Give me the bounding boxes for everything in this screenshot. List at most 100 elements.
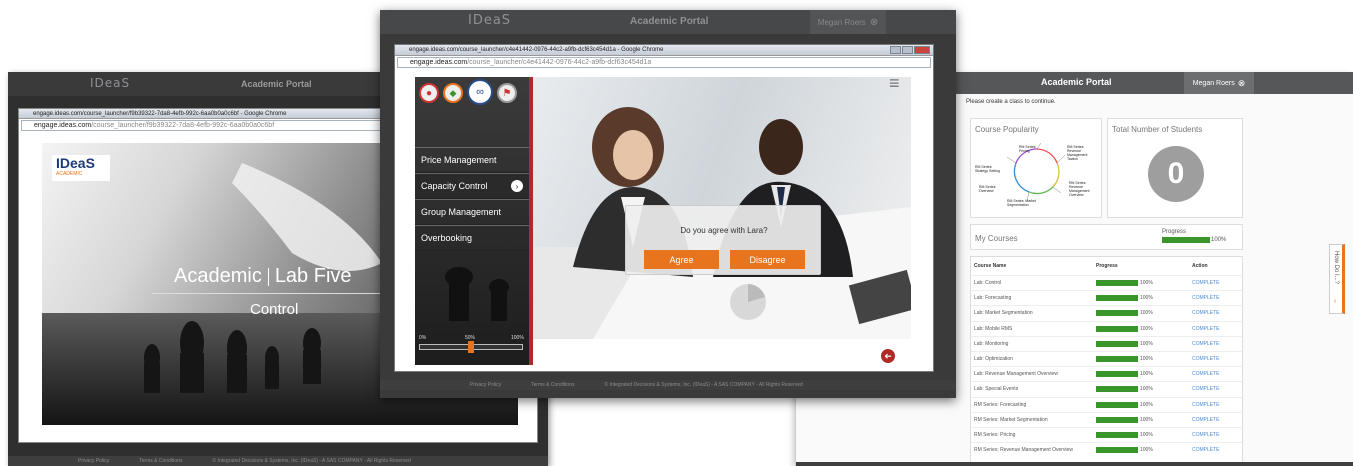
middle-url-bar[interactable]: engage.ideas.com/course_launcher/c4e4144…: [397, 57, 931, 68]
course-action-link[interactable]: COMPLETE: [1192, 386, 1220, 392]
course-name: RM Series: Forecasting: [974, 401, 1027, 408]
course-action-link[interactable]: COMPLETE: [1192, 417, 1220, 423]
table-row: Lab: Optimization 100% COMPLETE: [971, 350, 1242, 366]
course-action-link[interactable]: COMPLETE: [1192, 341, 1220, 347]
progress-bar: [1096, 310, 1138, 317]
flag-icon[interactable]: ⚑: [497, 83, 517, 103]
course-action-link[interactable]: COMPLETE: [1192, 295, 1220, 301]
left-footer-terms[interactable]: Terms & Conditions: [139, 458, 182, 464]
map-pin-icon[interactable]: ●: [419, 83, 439, 103]
menu-item-overbooking[interactable]: Overbooking: [415, 225, 529, 251]
course-action-link[interactable]: COMPLETE: [1192, 402, 1220, 408]
course-name: Lab: Optimization: [974, 356, 1013, 363]
menu-item-price-management[interactable]: Price Management: [415, 147, 529, 173]
table-row: Lab: Monitoring 100% COMPLETE: [971, 335, 1242, 351]
course-action-link[interactable]: COMPLETE: [1192, 280, 1220, 286]
course-action-link[interactable]: COMPLETE: [1192, 432, 1220, 438]
logout-icon[interactable]: ⊗: [1238, 78, 1246, 89]
menu-item-group-management[interactable]: Group Management: [415, 199, 529, 225]
my-courses-progress-fill: [1162, 237, 1210, 243]
progress-value: 100%: [1140, 386, 1153, 393]
minimize-button[interactable]: [890, 46, 901, 54]
popularity-label-4: RM Series: Market Segmentation: [1007, 199, 1036, 207]
middle-user-menu[interactable]: Megan Roers ⊗: [810, 10, 886, 34]
menu-item-label: Overbooking: [421, 233, 473, 243]
course-progress: 100%: [1096, 416, 1192, 423]
chess-decor-image: [445, 267, 509, 321]
left-url-domain: engage.ideas.com: [34, 122, 92, 129]
course-progress: 100%: [1096, 371, 1192, 378]
dialog-question: Do you agree with Lara?: [680, 226, 768, 235]
howdo-tab[interactable]: How Do I...?: [1329, 244, 1345, 314]
disagree-button[interactable]: Disagree: [730, 250, 805, 269]
chevron-right-icon: ›: [511, 180, 523, 192]
user-menu[interactable]: Megan Roers ⊗: [1184, 72, 1254, 94]
table-row: Lab: Forecasting 100% COMPLETE: [971, 290, 1242, 305]
course-progress: 100%: [1096, 295, 1192, 302]
my-courses-title: My Courses: [975, 234, 1018, 243]
course-progress: 100%: [1096, 447, 1192, 454]
sidebar-icons: ● ◆ ∞ ⚑: [419, 79, 517, 105]
middle-footer-privacy[interactable]: Privacy Policy: [470, 382, 501, 388]
progress-bar: [1096, 401, 1138, 408]
course-progress: 100%: [1096, 340, 1192, 347]
my-courses-progress-label: Progress: [1162, 229, 1187, 235]
sidebar-menu: Price Management Capacity Control › Group…: [415, 147, 529, 251]
my-courses-progress-value: 100%: [1211, 237, 1227, 243]
progress-bar: [1096, 386, 1138, 393]
middle-chrome-titlebar: engage.ideas.com/course_launcher/c4e4144…: [395, 45, 933, 56]
progress-handle[interactable]: [468, 341, 474, 353]
progress-value: 100%: [1140, 280, 1153, 287]
left-footer-privacy[interactable]: Privacy Policy: [78, 458, 109, 464]
progress-bar: [1096, 371, 1138, 378]
course-action-link[interactable]: COMPLETE: [1192, 310, 1220, 316]
howdo-collapse-icon[interactable]: ‹: [1334, 298, 1336, 305]
course-name: RM Series: Pricing: [974, 431, 1016, 438]
my-courses-card: My Courses Progress 100%: [970, 224, 1243, 250]
course-action-link[interactable]: COMPLETE: [1192, 326, 1220, 332]
middle-portal-title: Academic Portal: [630, 16, 709, 27]
course-progress: 100%: [1096, 280, 1192, 287]
progress-bar: [1096, 431, 1138, 438]
lab-heading-right: Lab Five: [274, 265, 352, 287]
courses-table: Course Name Progress Action Lab: Control…: [970, 256, 1243, 466]
agree-dialog: Do you agree with Lara? Agree Disagree: [625, 205, 821, 275]
maximize-button[interactable]: [902, 46, 913, 54]
table-row: RM Series: Pricing 100% COMPLETE: [971, 426, 1242, 442]
table-body: Lab: Control 100% COMPLETE Lab: Forecasting…: [971, 275, 1242, 457]
course-action-link[interactable]: COMPLETE: [1192, 447, 1220, 453]
my-courses-progress-bar: [1162, 237, 1210, 243]
lab-heading-divider: [267, 267, 269, 286]
brand-logo-box: IDeaS ACADEMIC: [52, 155, 110, 181]
table-header: Course Name Progress Action: [971, 257, 1242, 275]
chart-icon[interactable]: ◆: [443, 83, 463, 103]
popularity-label-2: RM Series: Strategy Setting: [975, 165, 1000, 173]
student-count-circle: 0: [1148, 146, 1204, 202]
close-button[interactable]: [914, 46, 930, 54]
brand-logo-text: IDeaS: [56, 155, 95, 171]
course-progress: 100%: [1096, 401, 1192, 408]
course-popularity-card: Course Popularity RM Series: Pricing RM …: [970, 118, 1102, 218]
course-name: Lab: Revenue Management Overview: [974, 371, 1058, 378]
course-name: RM Series: Market Segmentation: [974, 416, 1048, 423]
lab-subheading: Control: [250, 301, 299, 318]
course-progress: 100%: [1096, 386, 1192, 393]
progress-value: 100%: [1140, 416, 1153, 423]
progress-value: 100%: [1140, 325, 1153, 332]
middle-logout-icon[interactable]: ⊗: [870, 17, 878, 28]
hamburger-menu-icon[interactable]: ≡: [889, 77, 900, 94]
menu-item-label: Group Management: [421, 207, 502, 217]
middle-footer-terms[interactable]: Terms & Conditions: [531, 382, 574, 388]
agree-button[interactable]: Agree: [644, 250, 719, 269]
howdo-label: How Do I...?: [1333, 251, 1339, 285]
menu-item-capacity-control[interactable]: Capacity Control ›: [415, 173, 529, 199]
left-footer: Privacy Policy Terms & Conditions © Inte…: [8, 456, 548, 466]
progress-value: 100%: [1140, 401, 1153, 408]
course-action-link[interactable]: COMPLETE: [1192, 371, 1220, 377]
course-name: Lab: Forecasting: [974, 295, 1012, 302]
course-action-link[interactable]: COMPLETE: [1192, 356, 1220, 362]
course-name: Lab: Mobile RMS: [974, 325, 1013, 332]
back-arrow-icon[interactable]: ➜: [881, 349, 895, 363]
middle-window: IDeaS Academic Portal Megan Roers ⊗ enga…: [380, 10, 956, 398]
binoculars-icon[interactable]: ∞: [467, 79, 493, 105]
